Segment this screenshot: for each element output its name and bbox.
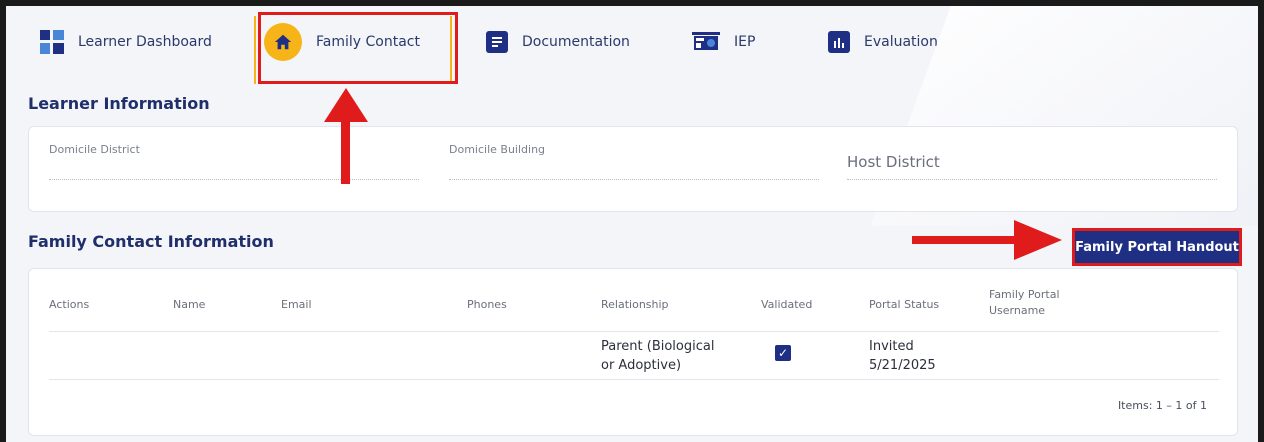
nav-learner-dashboard[interactable]: Learner Dashboard	[40, 20, 212, 64]
family-contact-table: Actions Name Email Phones Relationship V…	[28, 268, 1238, 436]
nav-label: Documentation	[522, 34, 630, 50]
dashboard-icon	[40, 30, 64, 54]
domicile-building-field[interactable]: Domicile Building	[449, 143, 819, 180]
host-district-label: Host District	[847, 153, 940, 171]
chart-icon	[828, 31, 850, 53]
app-frame: Learner Dashboard Family Contact Documen…	[6, 6, 1258, 442]
arrow-up-annotation	[324, 88, 368, 184]
nav-label: IEP	[734, 34, 756, 50]
highlight-box-family-contact	[258, 12, 458, 84]
table-divider	[49, 379, 1219, 380]
top-nav: Learner Dashboard Family Contact Documen…	[6, 6, 1258, 84]
host-district-field[interactable]: Host District	[847, 153, 1217, 180]
nav-label: Learner Dashboard	[78, 34, 212, 50]
family-portal-handout-button[interactable]: Family Portal Handout	[1072, 228, 1242, 266]
domicile-building-label: Domicile Building	[449, 143, 546, 156]
domicile-district-label: Domicile District	[49, 143, 140, 156]
pager-info: Items: 1 – 1 of 1	[1117, 399, 1207, 412]
table-divider	[49, 331, 1219, 332]
domicile-district-field[interactable]: Domicile District	[49, 143, 419, 180]
nav-documentation[interactable]: Documentation	[486, 20, 630, 64]
iep-icon	[692, 32, 720, 52]
column-header: Actions	[49, 298, 90, 311]
arrow-right-annotation	[912, 220, 1062, 260]
column-header: Relationship	[601, 298, 669, 311]
learner-info-title: Learner Information	[28, 94, 210, 113]
relationship-cell: Parent (Biological or Adoptive)	[601, 339, 715, 373]
nav-label: Evaluation	[864, 34, 938, 50]
validated-checkbox[interactable]: ✓	[775, 345, 791, 361]
column-header: Portal Status	[869, 298, 940, 311]
document-icon	[486, 31, 508, 53]
column-header: Phones	[467, 298, 507, 311]
nav-iep[interactable]: IEP	[692, 20, 755, 64]
column-header: Family Portal Username	[989, 288, 1060, 317]
portal-status-cell: Invited 5/21/2025	[869, 339, 936, 373]
family-contact-title: Family Contact Information	[28, 232, 274, 251]
column-header: Email	[281, 298, 312, 311]
column-header: Validated	[761, 298, 813, 311]
field-underline	[449, 179, 819, 180]
learner-info-card: Domicile District Domicile Building Host…	[28, 126, 1238, 212]
column-header: Name	[173, 298, 206, 311]
field-underline	[847, 179, 1217, 180]
nav-evaluation[interactable]: Evaluation	[828, 20, 938, 64]
